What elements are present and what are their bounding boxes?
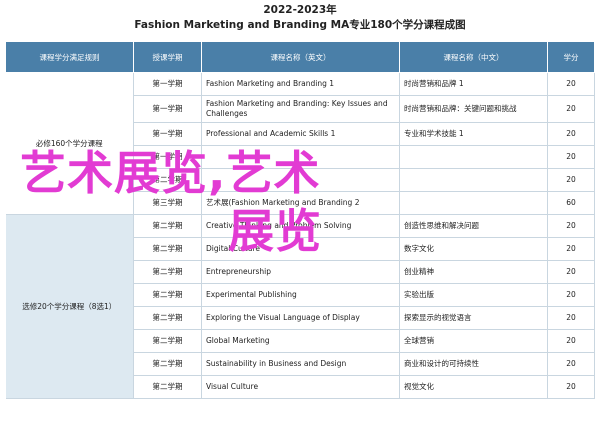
row-credits: 20 (547, 283, 595, 307)
row-name-en: Exploring the Visual Language of Display (201, 306, 400, 330)
row-credits: 20 (547, 95, 595, 123)
row-semester: 第二学期 (133, 306, 202, 330)
row-semester: 第一学期 (133, 95, 202, 123)
row-name-cn: 创业精神 (399, 260, 548, 284)
row-name-en: Entrepreneurship (201, 260, 400, 284)
overlay-line-1: 艺术展览,艺术 (20, 146, 321, 200)
col-header-group: 课程学分满足规则 (5, 41, 134, 73)
row-name-cn: 实验出版 (399, 283, 548, 307)
row-credits: 20 (547, 375, 595, 399)
row-name-en: Professional and Academic Skills 1 (201, 122, 400, 146)
row-name-en: Fashion Marketing and Branding: Key Issu… (201, 95, 400, 123)
row-name-cn: 全球营销 (399, 329, 548, 353)
header-title: Fashion Marketing and Branding MA专业180个学… (134, 19, 466, 31)
row-name-en: Global Marketing (201, 329, 400, 353)
row-name-cn: 时尚营销和品牌：关键问题和挑战 (399, 95, 548, 123)
row-name-en: Fashion Marketing and Branding 1 (201, 72, 400, 96)
row-name-en: Experimental Publishing (201, 283, 400, 307)
row-name-cn: 专业和学术技能 1 (399, 122, 548, 146)
row-semester: 第二学期 (133, 260, 202, 284)
table-row: 必修160个学分课程 第一学期 Fashion Marketing and Br… (5, 72, 595, 215)
row-name-cn: 视觉文化 (399, 375, 548, 399)
col-header-name-cn: 课程名称（中文） (399, 41, 548, 73)
row-semester: 第一学期 (133, 72, 202, 96)
row-name-en: Sustainability in Business and Design (201, 352, 400, 376)
row-credits: 20 (547, 306, 595, 330)
row-semester: 第二学期 (133, 329, 202, 353)
row-semester: 第二学期 (133, 375, 202, 399)
row-credits: 20 (547, 260, 595, 284)
row-credits: 20 (547, 329, 595, 353)
col-header-semester: 授课学期 (133, 41, 202, 73)
row-name-en: Visual Culture (201, 375, 400, 399)
header-year: 2022-2023年 (263, 4, 337, 16)
row-name-cn: 探索显示的视觉语言 (399, 306, 548, 330)
overlay-line-2: 展览 (228, 204, 322, 258)
page-header: 2022-2023年 Fashion Marketing and Brandin… (0, 0, 600, 40)
row-credits: 20 (547, 72, 595, 96)
row-semester: 第二学期 (133, 283, 202, 307)
row-name-cn: 时尚营销和品牌 1 (399, 72, 548, 96)
row-semester: 第二学期 (133, 352, 202, 376)
watermark-overlay-text: 艺术展览,艺术 展览 (20, 144, 600, 260)
col-header-name-en: 课程名称（英文） (201, 41, 400, 73)
table-header-row: 课程学分满足规则 授课学期 课程名称（英文） 课程名称（中文） 学分 (5, 41, 595, 73)
row-semester: 第一学期 (133, 122, 202, 146)
row-credits: 20 (547, 352, 595, 376)
col-header-credits: 学分 (547, 41, 595, 73)
row-credits: 20 (547, 122, 595, 146)
row-name-cn: 商业和设计的可持续性 (399, 352, 548, 376)
